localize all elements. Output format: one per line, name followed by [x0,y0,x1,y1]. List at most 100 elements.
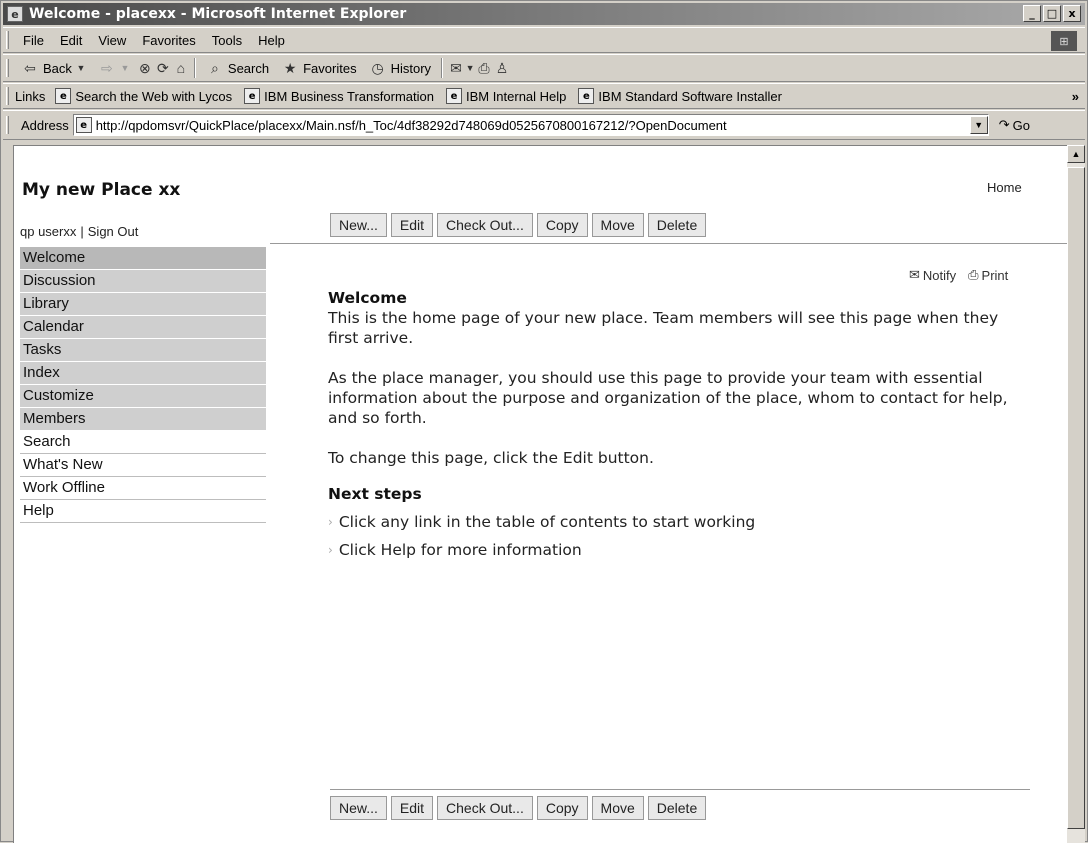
forward-button[interactable]: ⇨ ▼ [92,59,136,77]
new-button[interactable]: New... [330,213,387,237]
chevron-down-icon[interactable]: ▼ [969,116,988,134]
scroll-up-icon[interactable]: ▲ [1067,145,1085,163]
menu-edit[interactable]: Edit [52,33,90,48]
print-link[interactable]: ⎙ Print [968,267,1008,283]
menu-tools[interactable]: Tools [204,33,250,48]
printer-icon: ⎙ [968,267,979,282]
user-line: qp userxx | Sign Out [20,224,138,239]
toolbar-separator [441,58,444,78]
delete-button[interactable]: Delete [647,796,707,820]
body-paragraph: To change this page, click the Edit butt… [328,449,654,467]
copy-button[interactable]: Copy [536,213,588,237]
toc-item-tasks[interactable]: Tasks [20,339,266,362]
toolbar-grip[interactable] [6,31,9,49]
page-body: Welcome This is the home page of your ne… [328,288,1028,560]
delete-button[interactable]: Delete [647,213,707,237]
favorites-icon: ★ [283,59,297,76]
toolbar-grip[interactable] [6,116,9,134]
windows-logo-icon: ⊞ [1051,31,1077,51]
home-icon[interactable]: ⌂ [172,59,190,77]
chevron-down-icon[interactable]: ▼ [465,59,475,77]
address-input[interactable]: e http://qpdomsvr/QuickPlace/placexx/Mai… [72,114,989,136]
copy-button[interactable]: Copy [536,796,588,820]
toc-item-work-offline[interactable]: Work Offline [20,477,266,500]
browser-window: e Welcome - placexx - Microsoft Internet… [0,0,1088,843]
body-paragraph: This is the home page of your new place.… [328,309,999,347]
toc-item-help[interactable]: Help [20,500,266,523]
chevron-down-icon[interactable]: ▼ [76,59,86,77]
divider [330,789,1030,790]
menu-help[interactable]: Help [250,33,293,48]
new-button[interactable]: New... [330,796,387,820]
vertical-scrollbar[interactable]: ▲ [1067,145,1085,843]
ie-page-icon: e [578,88,595,104]
links-more-button[interactable]: » [1072,89,1079,104]
refresh-icon[interactable]: ⟳ [154,59,172,77]
toc-item-customize[interactable]: Customize [20,385,266,408]
links-bar: Links e Search the Web with Lycos e IBM Bu… [3,83,1085,109]
toc-item-index[interactable]: Index [20,362,266,385]
edit-button[interactable]: Edit [390,213,434,237]
stop-icon[interactable]: ⊗ [136,59,154,77]
link-ibm-software-installer[interactable]: e IBM Standard Software Installer [572,88,788,104]
sign-out-link[interactable]: Sign Out [88,224,139,239]
back-button[interactable]: ⇦ Back ▼ [15,59,92,77]
check-out-button[interactable]: Check Out... [437,213,533,237]
maximize-button[interactable]: □ [1043,5,1061,22]
move-button[interactable]: Move [591,213,644,237]
standard-toolbar: ⇦ Back ▼ ⇨ ▼ ⊗ ⟳ ⌂ ⌕ Search ★ Favorites … [3,54,1085,82]
toc-item-library[interactable]: Library [20,293,266,316]
toc-item-welcome[interactable]: Welcome [20,247,266,270]
history-button[interactable]: ◷ History [363,59,437,77]
chevron-down-icon[interactable]: ▼ [120,59,130,77]
links-label: Links [15,88,46,104]
toolbar-separator [193,58,196,78]
toc-item-discussion[interactable]: Discussion [20,270,266,293]
messenger-icon[interactable]: ♙ [493,59,511,77]
toolbar-grip[interactable] [6,87,9,105]
edit-button[interactable]: Edit [390,796,434,820]
chevron-right-icon: › [328,515,333,529]
history-label: History [390,60,432,76]
print-icon[interactable]: ⎙ [475,59,493,77]
next-step-item: › Click Help for more information [328,540,1028,560]
close-button[interactable]: x [1063,5,1081,22]
mail-icon[interactable]: ✉ [447,59,465,77]
toc-item-search[interactable]: Search [20,431,266,454]
menu-favorites[interactable]: Favorites [134,33,203,48]
action-buttons-bottom: New... Edit Check Out... Copy Move Delet… [330,796,707,820]
link-ibm-business-transformation[interactable]: e IBM Business Transformation [238,88,440,104]
go-button[interactable]: ↷ Go [999,117,1030,133]
link-lycos[interactable]: e Search the Web with Lycos [49,88,238,104]
action-buttons-top: New... Edit Check Out... Copy Move Delet… [330,213,707,237]
ie-page-icon: e [445,88,462,104]
title-bar: e Welcome - placexx - Microsoft Internet… [3,3,1085,25]
history-icon: ◷ [371,59,384,76]
back-arrow-icon: ⇦ [24,59,36,76]
toc-item-calendar[interactable]: Calendar [20,316,266,339]
toc-item-whats-new[interactable]: What's New [20,454,266,477]
address-url[interactable]: http://qpdomsvr/QuickPlace/placexx/Main.… [96,118,966,133]
minimize-button[interactable]: _ [1023,5,1041,22]
home-link[interactable]: Home [987,180,1022,195]
scrollbar-thumb[interactable] [1067,167,1085,829]
link-ibm-internal-help[interactable]: e IBM Internal Help [440,88,572,104]
next-steps-heading: Next steps [328,485,422,503]
menu-file[interactable]: File [15,33,52,48]
menu-view[interactable]: View [90,33,134,48]
notify-label: Notify [922,267,957,283]
notify-link[interactable]: ✉ Notify [909,267,956,283]
ie-page-icon: e [55,88,72,104]
address-label: Address [21,117,69,133]
toolbar-grip[interactable] [6,59,9,77]
place-title: My new Place xx [22,180,181,200]
page-content: My new Place xx Home qp userxx | Sign Out … [13,145,1067,843]
link-label: IBM Standard Software Installer [598,88,782,104]
search-button[interactable]: ⌕ Search [200,59,275,77]
toc-item-members[interactable]: Members [20,408,266,431]
move-button[interactable]: Move [591,796,644,820]
ie-page-icon: e [244,88,261,104]
favorites-button[interactable]: ★ Favorites [275,59,362,77]
forward-arrow-icon: ⇨ [101,59,113,76]
check-out-button[interactable]: Check Out... [437,796,533,820]
